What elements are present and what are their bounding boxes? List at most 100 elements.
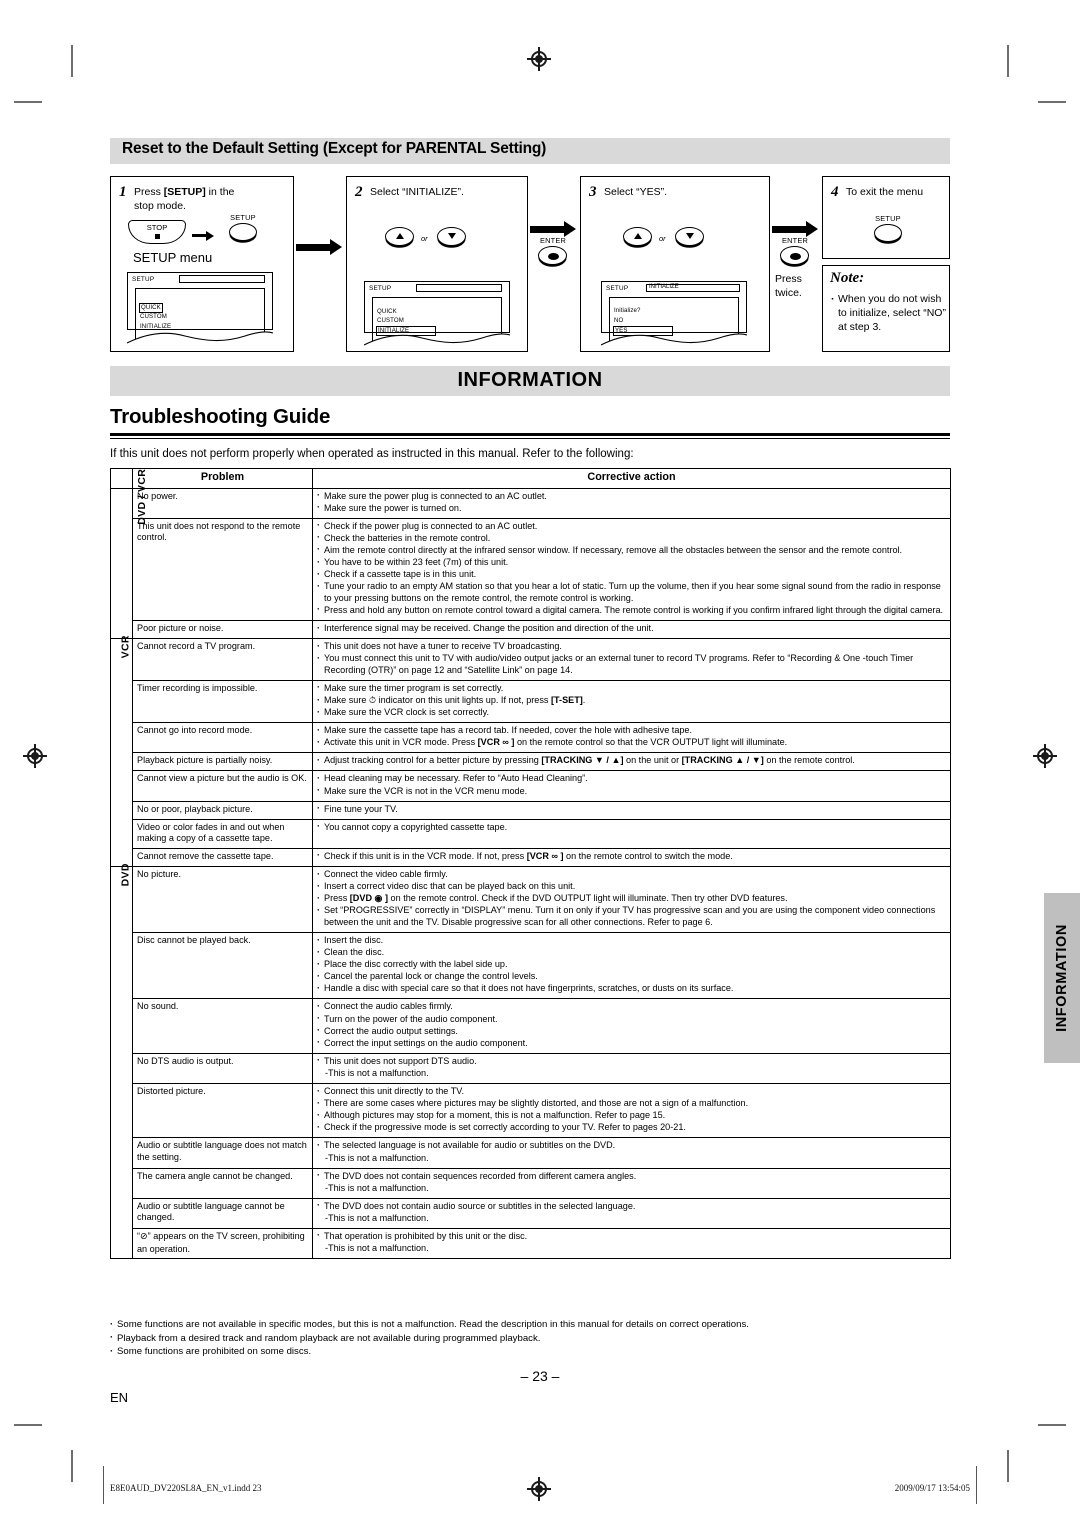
registration-target-icon [1033, 744, 1057, 768]
crop-mark-tl-h [14, 101, 42, 103]
problem-cell: No sound. [132, 998, 313, 1054]
action-item: Make sure the power plug is connected to… [317, 490, 946, 503]
action-item: Handle a disc with special care so that … [317, 983, 946, 995]
or-label: or [421, 234, 428, 243]
osd-header-value-bar: INITIALIZE [646, 284, 740, 292]
osd-header-value-bar [179, 275, 265, 283]
action-item: Make sure the timer program is set corre… [317, 682, 946, 695]
action-list: This unit does not support DTS audio.-Th… [317, 1055, 946, 1080]
footnotes: Some functions are not available in spec… [110, 1318, 950, 1359]
step-1-title-suffix: in the [205, 186, 235, 198]
action-item: You must connect this unit to TV with au… [317, 653, 946, 676]
table-row: Cannot go into record mode. Make sure the… [111, 722, 951, 754]
step-4-number: 4 [831, 184, 839, 200]
action-list: The DVD does not contain audio source or… [317, 1200, 946, 1225]
action-cell: Head cleaning may be necessary. Refer to… [312, 770, 951, 802]
cursor-down-triangle-icon [685, 233, 694, 239]
note-box: Note: · When you do not wish to initiali… [822, 265, 950, 352]
action-cell: The DVD does not contain sequences recor… [312, 1167, 951, 1199]
step-2-number: 2 [355, 184, 363, 200]
page-number: – 23 – [520, 1368, 560, 1384]
osd-header-value-bar [416, 284, 502, 292]
group-label-cell: DVD [110, 863, 133, 1260]
registration-target-icon [527, 1477, 551, 1501]
action-cell: You cannot copy a copyrighted cassette t… [312, 818, 951, 849]
action-list: Adjust tracking control for a better pic… [317, 755, 946, 767]
note-title: Note: [830, 270, 865, 286]
action-item: You have to be within 23 feet (7m) of th… [317, 557, 946, 569]
action-item: Check if this unit is in the VCR mode. I… [317, 850, 946, 863]
action-item: Check the batteries in the remote contro… [317, 532, 946, 545]
imprint-rule-right [976, 1466, 977, 1504]
footnote-1: Some functions are not available in spec… [110, 1318, 950, 1332]
action-list: Make sure the cassette tape has a record… [317, 725, 946, 749]
table-row: Cannot view a picture but the audio is O… [111, 770, 951, 802]
registration-target-icon [23, 744, 47, 768]
or-label: or [659, 234, 666, 243]
action-item: Aim the remote control directly at the i… [317, 544, 946, 557]
action-item: The DVD does not contain sequences recor… [317, 1170, 946, 1183]
osd-item-custom: CUSTOM [140, 313, 167, 320]
step-4-box: 4 To exit the menu SETUP [822, 176, 950, 259]
table-row: Audio or subtitle language does not matc… [111, 1137, 951, 1169]
setup-button-icon-4 [874, 224, 902, 242]
action-cell: Fine tune your TV. [312, 800, 951, 820]
action-cell: Connect this unit directly to the TV.The… [312, 1083, 951, 1139]
imprint-rule-left [103, 1466, 104, 1504]
table-row: DVD / VCRNo power. Make sure the power pl… [110, 468, 951, 640]
problem-cell: Video or color fades in and out when mak… [132, 818, 313, 849]
action-cell: Check if this unit is in the VCR mode. I… [312, 847, 951, 868]
table-row: Video or color fades in and out when mak… [111, 818, 951, 849]
problem-cell: Cannot record a TV program. [132, 638, 313, 681]
action-item: Activate this unit in VCR mode. Press [V… [317, 737, 946, 749]
action-item: That operation is prohibited by this uni… [317, 1230, 946, 1243]
action-list: Head cleaning may be necessary. Refer to… [317, 773, 946, 797]
action-item: Check if the power plug is connected to … [317, 520, 946, 533]
problem-cell: Cannot remove the cassette tape. [132, 847, 313, 868]
problem-cell: Playback picture is partially noisy. [132, 752, 313, 772]
action-item: Place the disc correctly with the label … [317, 959, 946, 971]
action-list: You cannot copy a copyrighted cassette t… [317, 821, 946, 834]
action-subnote: -This is not a malfunction. [325, 1243, 429, 1254]
action-cell: Connect the audio cables firmly.Turn on … [312, 998, 951, 1054]
action-item: Head cleaning may be necessary. Refer to… [317, 773, 946, 785]
table-row: VCRCannot record a TV program. This unit … [110, 635, 951, 868]
step-3-title: Select “YES”. [604, 186, 668, 198]
action-list: Connect the video cable firmly.Insert a … [317, 869, 946, 928]
action-cell: That operation is prohibited by this uni… [312, 1227, 951, 1260]
table-row: Disc cannot be played back.Insert the di… [111, 931, 951, 1000]
step-2-osd-screen: SETUP QUICK CUSTOM INITIALIZE [364, 281, 510, 346]
section-tab-information: INFORMATION [1044, 893, 1080, 1063]
action-item: Insert the disc. [317, 935, 946, 947]
step-1-title-bold: [SETUP] [163, 186, 206, 198]
table-row: No DTS audio is output.This unit does no… [111, 1052, 951, 1085]
action-item: Make sure ⏱ indicator on this unit light… [317, 695, 946, 707]
osd-header-label: SETUP [369, 285, 392, 292]
title-rule-thick [110, 433, 950, 436]
action-list: Make sure the power plug is connected to… [317, 490, 946, 515]
table-row: Playback picture is partially noisy. Adju… [111, 752, 951, 772]
step-4-title: To exit the menu [846, 186, 924, 198]
cursor-up-triangle-icon [395, 233, 404, 239]
column-header-problem: Problem [132, 468, 313, 489]
problem-cell: Audio or subtitle language does not matc… [132, 1137, 313, 1169]
action-list: Check if the power plug is connected to … [317, 520, 946, 617]
action-item: Make sure the power is turned on. [317, 502, 946, 515]
action-cell: Connect the video cable firmly.Insert a … [312, 866, 951, 933]
enter-button-icon-2 [538, 246, 567, 265]
action-item: Check if the progressive mode is set cor… [317, 1122, 946, 1134]
action-list: Insert the disc.Clean the disc.Place the… [317, 935, 946, 995]
osd-item-custom: CUSTOM [377, 317, 404, 324]
action-item: The DVD does not contain audio source or… [317, 1200, 946, 1213]
action-item: Correct the input settings on the audio … [317, 1037, 946, 1050]
action-list: The DVD does not contain sequences recor… [317, 1170, 946, 1195]
crop-mark-tl-v [71, 45, 73, 77]
action-item: Cancel the parental lock or change the c… [317, 971, 946, 983]
step-1-number: 1 [119, 184, 127, 200]
problem-cell: Audio or subtitle language cannot be cha… [132, 1197, 313, 1229]
action-item: Fine tune your TV. [317, 803, 946, 816]
crop-mark-br-h [1038, 1424, 1066, 1426]
step-1-osd-screen: SETUP QUICK CUSTOM INITIALIZE [127, 272, 273, 344]
information-banner-label: INFORMATION [457, 369, 603, 391]
action-cell: Check if the power plug is connected to … [312, 517, 951, 622]
